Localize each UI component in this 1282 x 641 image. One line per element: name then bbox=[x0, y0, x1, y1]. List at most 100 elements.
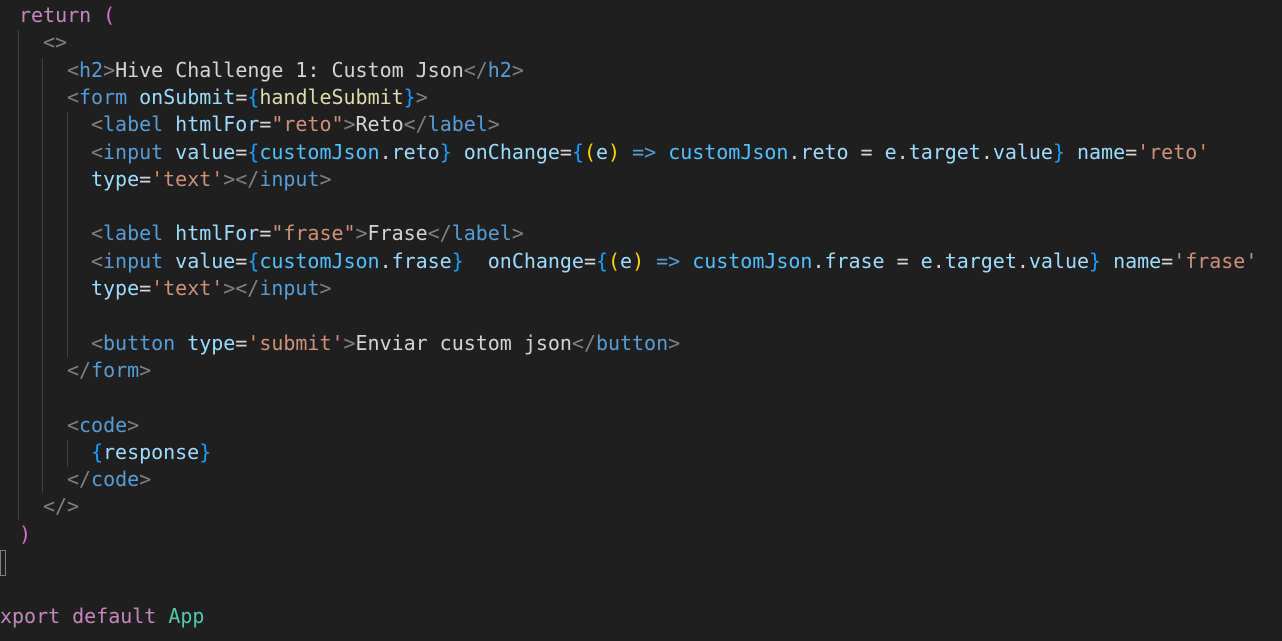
code-token: onChange bbox=[487, 248, 584, 273]
code-token: App bbox=[168, 603, 205, 628]
indent-guide bbox=[42, 58, 43, 493]
code-token: code bbox=[79, 412, 128, 437]
code-token: ></ bbox=[223, 276, 260, 300]
code-line[interactable]: <label htmlFor="reto">Reto</label> bbox=[91, 111, 500, 138]
code-token: . bbox=[379, 139, 392, 164]
code-token: button bbox=[595, 330, 669, 355]
code-token: label bbox=[103, 112, 164, 137]
code-token: label bbox=[103, 221, 164, 246]
code-line[interactable]: type='text'></input> bbox=[91, 166, 332, 193]
code-token: > bbox=[127, 412, 140, 437]
code-line[interactable]: <> bbox=[43, 29, 67, 56]
code-token: e bbox=[620, 248, 633, 273]
code-line[interactable]: xport default App bbox=[0, 603, 204, 630]
code-token: Reto bbox=[355, 112, 404, 137]
code-line[interactable]: {response} bbox=[91, 439, 211, 466]
code-token: } bbox=[1089, 248, 1102, 273]
code-token: } bbox=[403, 84, 416, 109]
code-line[interactable]: </code> bbox=[67, 466, 151, 493]
code-line[interactable]: </> bbox=[43, 493, 79, 520]
code-token: = bbox=[259, 112, 272, 137]
code-token: value bbox=[1028, 248, 1089, 273]
code-token: < bbox=[91, 330, 104, 355]
code-line[interactable]: return ( bbox=[19, 2, 115, 29]
code-token: </ bbox=[403, 112, 428, 137]
code-token: response bbox=[103, 439, 200, 464]
code-token: > bbox=[103, 57, 116, 82]
code-token: target bbox=[944, 248, 1017, 273]
code-token: 'submit' bbox=[247, 330, 344, 355]
indent-guide bbox=[18, 30, 19, 520]
code-token: { bbox=[247, 248, 260, 273]
code-token: type bbox=[187, 330, 236, 355]
code-token: > bbox=[415, 84, 428, 109]
code-token: customJson bbox=[259, 139, 380, 164]
code-token: . bbox=[788, 139, 801, 164]
code-token: input bbox=[103, 248, 164, 273]
code-token: <> bbox=[43, 30, 68, 55]
indent-guide bbox=[67, 440, 68, 467]
code-line[interactable]: <input value={customJson.reto} onChange=… bbox=[91, 139, 1209, 166]
code-token: type bbox=[91, 166, 140, 191]
code-token: reto bbox=[800, 139, 849, 164]
code-token: < bbox=[67, 57, 80, 82]
code-token: ( bbox=[608, 248, 621, 273]
code-line[interactable]: ) bbox=[19, 521, 31, 548]
code-token: </ bbox=[427, 221, 452, 246]
code-token: customJson bbox=[692, 248, 813, 273]
code-line[interactable]: <label htmlFor="frase">Frase</label> bbox=[91, 220, 524, 247]
code-token: { bbox=[571, 139, 584, 164]
code-token: </ bbox=[67, 467, 92, 492]
code-token: button bbox=[103, 330, 176, 355]
code-line[interactable]: <form onSubmit={handleSubmit}> bbox=[67, 84, 428, 111]
code-line[interactable]: </form> bbox=[67, 357, 151, 384]
bracket-match-highlight bbox=[0, 550, 6, 576]
code-token: customJson bbox=[259, 248, 380, 273]
code-token: "frase" bbox=[271, 221, 356, 246]
code-token: < bbox=[91, 112, 104, 137]
code-token: > bbox=[511, 221, 524, 246]
code-line[interactable]: type='text'></input> bbox=[91, 275, 332, 302]
code-token: return bbox=[19, 3, 92, 27]
code-token: > bbox=[668, 330, 681, 355]
code-token: input bbox=[259, 276, 320, 300]
code-token: </> bbox=[43, 494, 80, 519]
code-token: } bbox=[199, 439, 212, 464]
code-line[interactable]: <input value={customJson.frase} onChange… bbox=[91, 248, 1257, 275]
code-token: < bbox=[67, 412, 80, 437]
code-token: < bbox=[91, 221, 104, 246]
code-token: . bbox=[932, 248, 945, 273]
code-token: } bbox=[439, 139, 452, 164]
code-token: input bbox=[103, 139, 164, 164]
code-token: 'text' bbox=[151, 166, 224, 191]
code-token: . bbox=[1016, 248, 1029, 273]
code-line[interactable]: <code> bbox=[67, 412, 139, 439]
code-token: input bbox=[259, 166, 320, 191]
code-token: < bbox=[91, 248, 104, 273]
code-token: = bbox=[235, 248, 248, 273]
code-token: > bbox=[355, 221, 368, 246]
code-line[interactable]: <button type='submit'>Enviar custom json… bbox=[91, 330, 680, 357]
code-token: label bbox=[427, 112, 488, 137]
code-token: value bbox=[175, 248, 236, 273]
code-token: . bbox=[812, 248, 825, 273]
code-token: reto bbox=[391, 139, 440, 164]
code-token: 'reto' bbox=[1137, 139, 1210, 164]
code-token: htmlFor bbox=[175, 221, 260, 246]
code-editor[interactable]: return (<> <h2>Hive Challenge 1: Custom J… bbox=[0, 0, 1282, 641]
code-token: value bbox=[992, 139, 1053, 164]
code-line[interactable]: <h2>Hive Challenge 1: Custom Json</h2> bbox=[67, 57, 524, 84]
code-token: h2 bbox=[79, 57, 104, 82]
code-token: = bbox=[848, 139, 885, 164]
code-token: = bbox=[139, 166, 152, 191]
code-token: . bbox=[379, 248, 392, 273]
